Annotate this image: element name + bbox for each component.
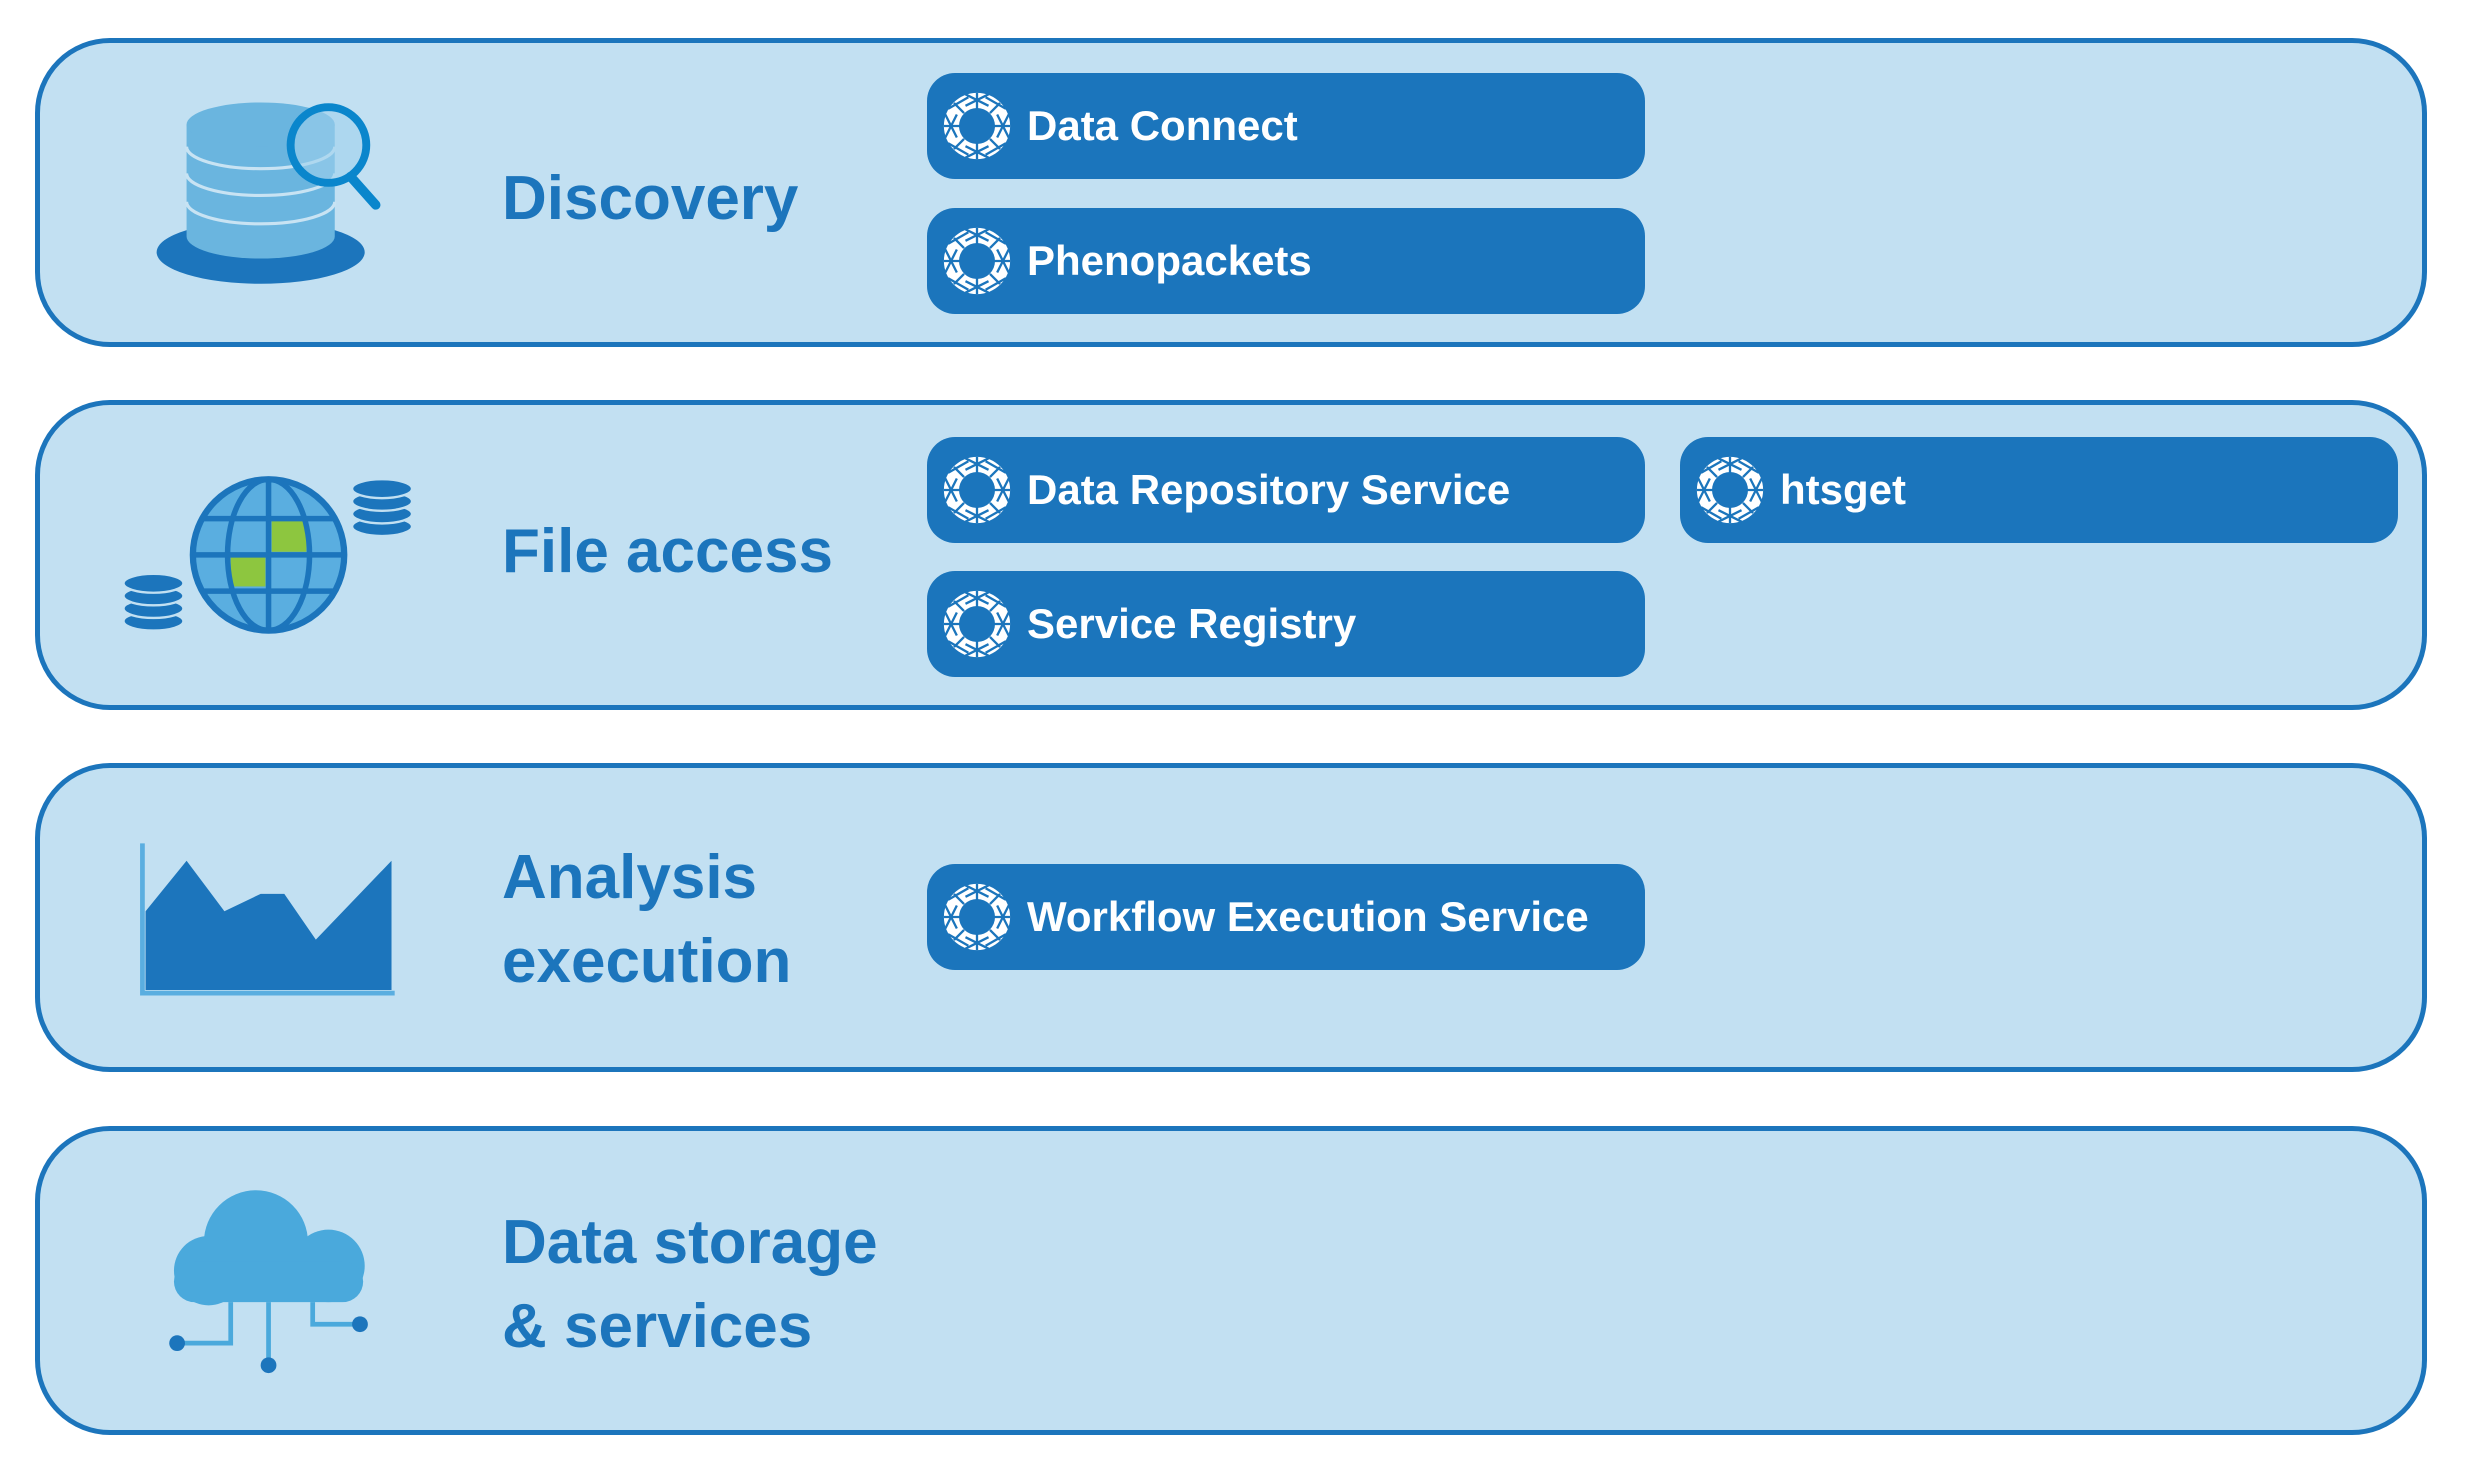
pill-label: Phenopackets xyxy=(1027,237,1312,284)
pill-label: htsget xyxy=(1780,466,1906,513)
ga4gh-logo-icon xyxy=(941,588,1013,660)
ga4gh-logo-icon xyxy=(941,90,1013,162)
pill-service-registry[interactable]: Service Registry xyxy=(927,571,1645,677)
pill-data-connect[interactable]: Data Connect xyxy=(927,73,1645,179)
heading-analysis-execution: Analysis execution xyxy=(502,843,792,996)
pill-phenopackets[interactable]: Phenopackets xyxy=(927,208,1645,314)
band-data-storage xyxy=(35,1126,2427,1435)
pill-data-repository-service[interactable]: Data Repository Service xyxy=(927,437,1645,543)
pill-htsget[interactable]: htsget xyxy=(1680,437,2398,543)
heading-discovery: Discovery xyxy=(502,164,799,233)
ga4gh-logo-icon xyxy=(941,454,1013,526)
ga4gh-logo-icon xyxy=(941,881,1013,953)
heading-data-storage: Data storage & services xyxy=(502,1208,878,1361)
heading-file-access: File access xyxy=(502,517,833,586)
pill-label: Service Registry xyxy=(1027,600,1357,647)
ga4gh-standards-diagram: Discovery Data Connect Phenopackets File… xyxy=(0,0,2473,1474)
pill-label: Data Connect xyxy=(1027,102,1298,149)
pill-workflow-execution-service[interactable]: Workflow Execution Service xyxy=(927,864,1645,970)
ga4gh-logo-icon xyxy=(1694,454,1766,526)
pill-label: Workflow Execution Service xyxy=(1027,893,1589,940)
ga4gh-logo-icon xyxy=(941,225,1013,297)
pill-label: Data Repository Service xyxy=(1027,466,1511,513)
